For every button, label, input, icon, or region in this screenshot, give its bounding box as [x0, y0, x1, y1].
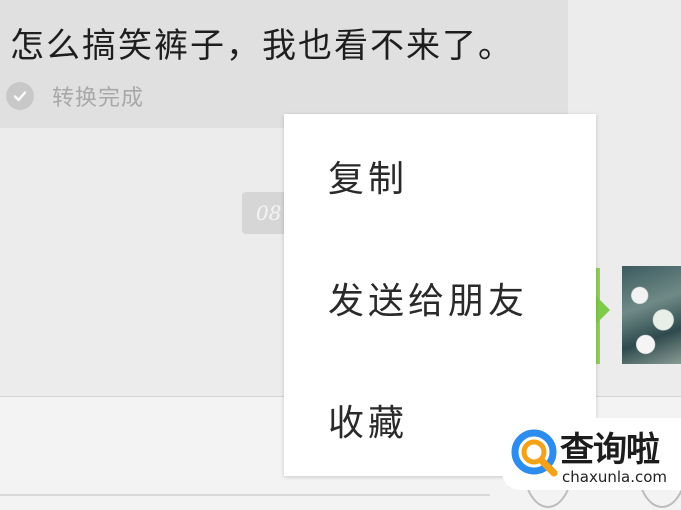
menu-item-favorite[interactable]: 收藏 [328, 394, 408, 446]
transcription-status: 转换完成 [6, 80, 144, 112]
image-thumbnail[interactable] [622, 266, 681, 364]
voice-message-bubble[interactable]: 怎么搞笑裤子，我也看不来了。 转换完成 [0, 0, 568, 128]
watermark: 查询啦 chaxunla.com [502, 418, 681, 490]
check-icon [6, 82, 34, 110]
search-logo-icon [511, 429, 558, 477]
menu-item-send-to-friend[interactable]: 发送给朋友 [328, 272, 528, 324]
input-underline[interactable] [0, 494, 490, 496]
menu-item-copy[interactable]: 复制 [328, 150, 408, 202]
watermark-domain: chaxunla.com [562, 468, 667, 486]
transcribed-text: 怎么搞笑裤子，我也看不来了。 [10, 26, 514, 66]
watermark-title: 查询啦 [560, 430, 660, 470]
status-label: 转换完成 [52, 86, 145, 111]
